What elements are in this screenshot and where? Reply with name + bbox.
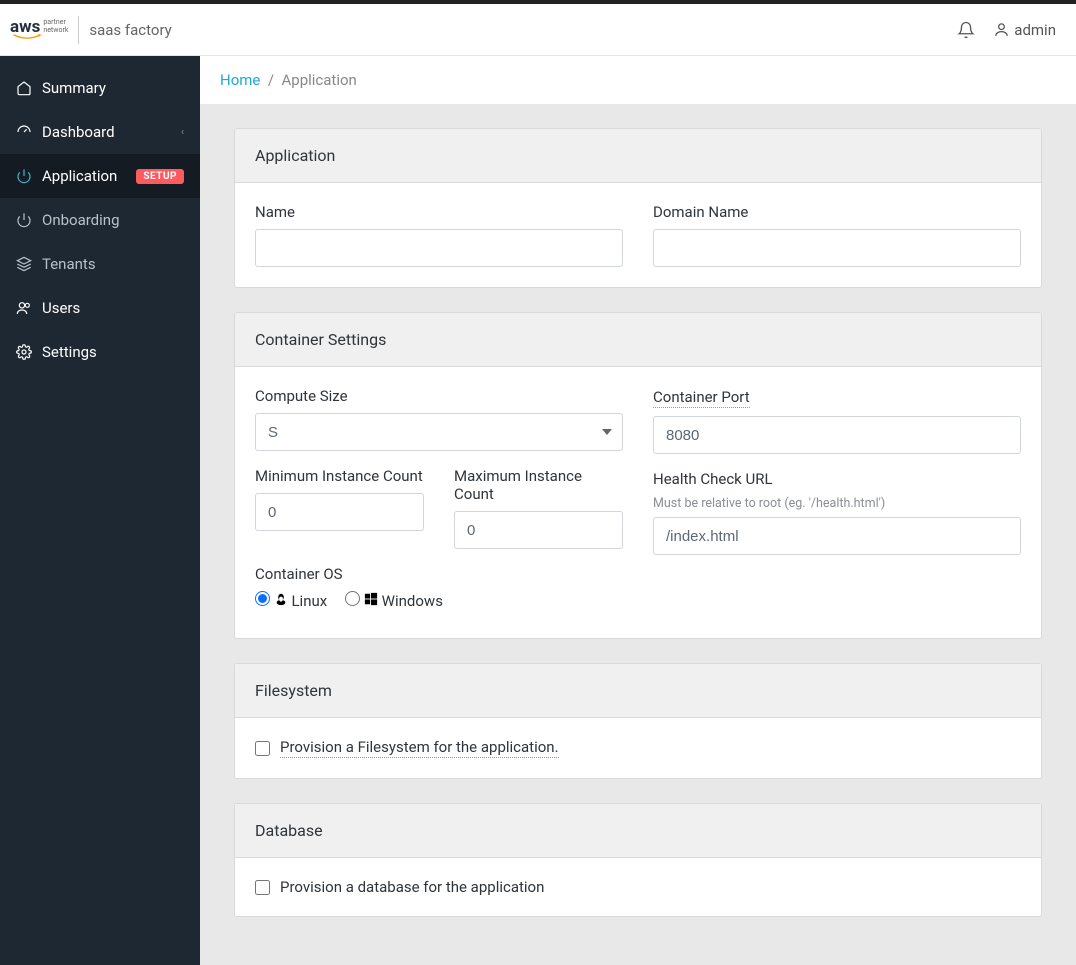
- chevron-left-icon: ‹: [181, 127, 184, 138]
- linux-icon: [274, 592, 288, 606]
- gear-icon: [16, 344, 32, 360]
- main-content: Home / Application Application Name: [200, 56, 1076, 965]
- provision-filesystem-checkbox[interactable]: [255, 741, 270, 756]
- os-windows-label: Windows: [382, 592, 443, 610]
- sidebar-item-label: Users: [42, 299, 80, 317]
- domain-name-input[interactable]: [653, 229, 1021, 267]
- health-check-hint: Must be relative to root (eg. '/health.h…: [653, 496, 1021, 511]
- provision-filesystem-label: Provision a Filesystem for the applicati…: [280, 738, 559, 758]
- breadcrumb-current: Application: [281, 71, 356, 89]
- os-windows-radio[interactable]: [345, 591, 360, 606]
- container-os-label: Container OS: [255, 565, 623, 583]
- database-card: Database Provision a database for the ap…: [234, 803, 1042, 917]
- sidebar-item-onboarding[interactable]: Onboarding: [0, 198, 200, 242]
- user-icon: [993, 21, 1010, 38]
- os-linux-option[interactable]: Linux: [255, 591, 327, 610]
- max-instance-input[interactable]: [454, 511, 623, 549]
- domain-name-label: Domain Name: [653, 203, 1021, 221]
- sidebar-item-label: Dashboard: [42, 123, 115, 141]
- health-check-input[interactable]: [653, 517, 1021, 555]
- os-windows-option[interactable]: Windows: [345, 591, 443, 610]
- application-card: Application Name Domain Name: [234, 128, 1042, 288]
- users-icon: [16, 300, 32, 316]
- aws-partner-logo: aws partner network: [10, 19, 68, 40]
- logo-divider: [78, 16, 79, 44]
- provision-database-label: Provision a database for the application: [280, 878, 544, 896]
- sidebar-item-label: Summary: [42, 79, 106, 97]
- card-header: Filesystem: [235, 664, 1041, 718]
- breadcrumb-separator: /: [268, 71, 274, 89]
- windows-icon: [364, 592, 378, 606]
- name-label: Name: [255, 203, 623, 221]
- max-instance-label: Maximum Instance Count: [454, 467, 623, 503]
- card-header: Application: [235, 129, 1041, 183]
- sidebar-item-summary[interactable]: Summary: [0, 66, 200, 110]
- user-menu[interactable]: admin: [993, 21, 1056, 39]
- breadcrumb-home-link[interactable]: Home: [220, 71, 260, 89]
- min-instance-input[interactable]: [255, 493, 424, 531]
- compute-size-label: Compute Size: [255, 387, 623, 405]
- sidebar-item-label: Onboarding: [42, 211, 120, 229]
- health-check-label: Health Check URL: [653, 470, 1021, 488]
- os-linux-radio[interactable]: [255, 591, 270, 606]
- container-settings-card: Container Settings Compute Size S: [234, 312, 1042, 639]
- filesystem-card: Filesystem Provision a Filesystem for th…: [234, 663, 1042, 779]
- name-input[interactable]: [255, 229, 623, 267]
- os-linux-label: Linux: [291, 592, 327, 610]
- sidebar-item-users[interactable]: Users: [0, 286, 200, 330]
- gauge-icon: [16, 124, 32, 140]
- compute-size-select[interactable]: S: [255, 413, 623, 451]
- card-header: Database: [235, 804, 1041, 858]
- sidebar-item-tenants[interactable]: Tenants: [0, 242, 200, 286]
- min-instance-label: Minimum Instance Count: [255, 467, 424, 485]
- power-icon: [16, 168, 32, 184]
- logo-product-text: saas factory: [89, 21, 171, 39]
- breadcrumb: Home / Application: [200, 56, 1076, 104]
- layers-icon: [16, 256, 32, 272]
- header: aws partner network saas factory admin: [0, 4, 1076, 56]
- provision-filesystem-option[interactable]: Provision a Filesystem for the applicati…: [255, 738, 1021, 758]
- logo-aws-text: aws: [10, 19, 40, 36]
- logo-network-text: network: [43, 27, 68, 35]
- user-label: admin: [1014, 21, 1056, 39]
- sidebar-item-dashboard[interactable]: Dashboard ‹: [0, 110, 200, 154]
- power-icon: [16, 212, 32, 228]
- home-icon: [16, 80, 32, 96]
- setup-badge: SETUP: [136, 169, 184, 184]
- sidebar-item-label: Application: [42, 167, 117, 185]
- sidebar-item-label: Settings: [42, 343, 97, 361]
- sidebar-item-application[interactable]: Application SETUP: [0, 154, 200, 198]
- container-port-input[interactable]: [653, 416, 1021, 454]
- provision-database-option[interactable]: Provision a database for the application: [255, 878, 1021, 896]
- sidebar-item-label: Tenants: [42, 255, 96, 273]
- container-port-label: Container Port: [653, 388, 750, 408]
- logo-group: aws partner network saas factory: [10, 16, 172, 44]
- sidebar: Summary Dashboard ‹ Application SETUP On…: [0, 56, 200, 965]
- card-header: Container Settings: [235, 313, 1041, 367]
- sidebar-item-settings[interactable]: Settings: [0, 330, 200, 374]
- notifications-icon[interactable]: [957, 21, 975, 39]
- provision-database-checkbox[interactable]: [255, 880, 270, 895]
